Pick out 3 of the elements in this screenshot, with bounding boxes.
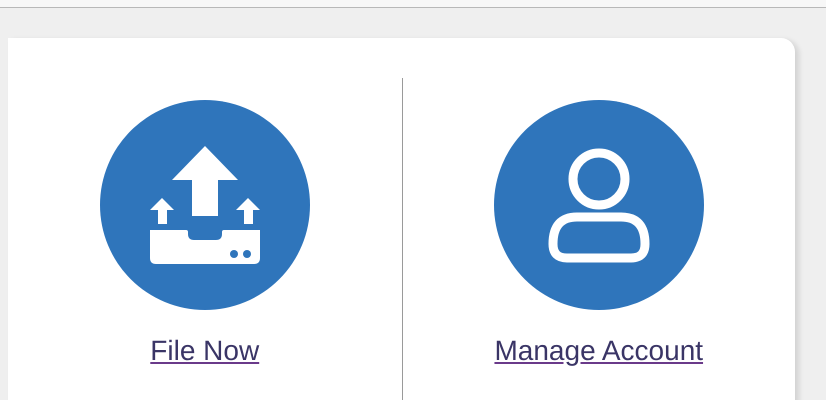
action-link[interactable]: File Now <box>150 330 260 372</box>
action-link[interactable]: Manage Account <box>494 330 704 372</box>
person-icon <box>546 147 651 263</box>
